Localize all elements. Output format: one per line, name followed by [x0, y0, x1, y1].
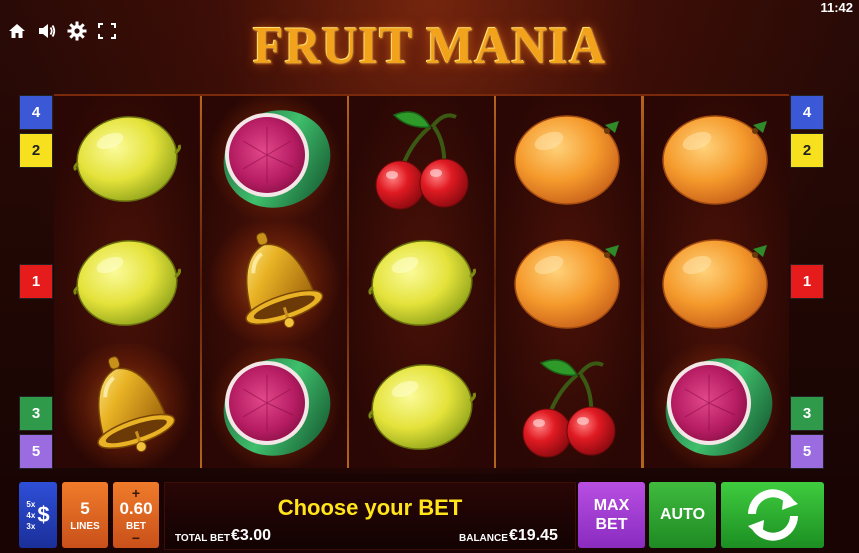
auto-spin-button[interactable]: AUTO — [649, 482, 716, 548]
orange-icon — [507, 227, 631, 337]
total-bet-label: TOTAL BET — [175, 533, 230, 544]
reel-2-symbol-3 — [202, 344, 347, 468]
watermelon-icon — [655, 351, 779, 461]
refresh-arrows-icon — [747, 489, 798, 541]
bet-decrease-button[interactable]: − — [132, 531, 140, 545]
paytable-button[interactable]: 5x 4x 3x $ — [19, 482, 57, 548]
balance-label: BALANCE — [459, 533, 508, 544]
dollar-icon: $ — [37, 502, 50, 527]
lines-value: 5 — [80, 498, 90, 518]
bell-icon — [213, 227, 337, 337]
reel-3-symbol-2 — [349, 220, 494, 344]
payline-marker-right-5: 5 — [790, 434, 824, 469]
balance-value: €19.45 — [509, 527, 558, 544]
paytable-multipliers: 5x 4x 3x — [26, 499, 35, 532]
reel-area — [54, 94, 789, 468]
bet-value: 0.60 — [119, 498, 153, 518]
payline-marker-right-3: 3 — [790, 396, 824, 431]
bet-button[interactable]: + 0.60 BET − — [113, 482, 159, 548]
reel-5-symbol-3 — [644, 344, 789, 468]
paytable-line: 3x — [26, 521, 36, 531]
payline-marker-right-2: 2 — [790, 133, 824, 168]
orange-icon — [655, 103, 779, 213]
payline-marker-left-2: 2 — [19, 133, 53, 168]
paytable-line: 4x — [26, 510, 36, 520]
bet-increase-button[interactable]: + — [132, 486, 140, 500]
payline-marker-right-4: 4 — [790, 95, 824, 130]
payline-marker-left-5: 5 — [19, 434, 53, 469]
reel-1-symbol-1 — [54, 96, 199, 220]
status-clock: 11:42 — [820, 0, 853, 15]
auto-label: AUTO — [659, 506, 706, 523]
payline-marker-left-3: 3 — [19, 396, 53, 431]
control-bar: 5x 4x 3x $ 5 LINES + 0.60 BET − Choose y… — [0, 474, 859, 553]
cherries-icon — [507, 351, 631, 461]
game-logo: FRUIT MANIA — [252, 15, 607, 75]
reel-1 — [54, 96, 199, 468]
lemon-icon — [360, 351, 484, 461]
reel-3-symbol-3 — [349, 344, 494, 468]
reel-2-symbol-1 — [202, 96, 347, 220]
orange-icon — [507, 103, 631, 213]
reel-5 — [644, 96, 789, 468]
reel-3-symbol-1 — [349, 96, 494, 220]
reel-2-symbol-2 — [202, 220, 347, 344]
lines-label: LINES — [70, 520, 100, 532]
orange-icon — [655, 227, 779, 337]
total-bet-value: €3.00 — [231, 527, 272, 544]
reel-4-symbol-2 — [496, 220, 641, 344]
watermelon-icon — [213, 103, 337, 213]
reel-1-symbol-3 — [54, 344, 199, 468]
reel-4 — [496, 96, 641, 468]
paytable-line: 5x — [26, 499, 36, 509]
reel-4-symbol-1 — [496, 96, 641, 220]
reel-2 — [202, 96, 347, 468]
payline-marker-left-1: 1 — [19, 264, 53, 299]
max-bet-button[interactable]: MAX BET — [578, 482, 645, 548]
lemon-icon — [65, 227, 189, 337]
payline-marker-right-1: 1 — [790, 264, 824, 299]
spin-button[interactable] — [721, 482, 824, 548]
lemon-icon — [65, 103, 189, 213]
max-bet-label: MAX — [593, 497, 630, 514]
info-panel: Choose your BET TOTAL BET €3.00 BALANCE … — [164, 482, 576, 550]
status-message: Choose your BET — [277, 495, 463, 520]
reel-5-symbol-1 — [644, 96, 789, 220]
watermelon-icon — [213, 351, 337, 461]
cherries-icon — [360, 103, 484, 213]
max-bet-label: BET — [595, 516, 628, 533]
bell-icon — [65, 351, 189, 461]
reel-3 — [349, 96, 494, 468]
payline-marker-left-4: 4 — [19, 95, 53, 130]
reel-4-symbol-3 — [496, 344, 641, 468]
lemon-icon — [360, 227, 484, 337]
reel-5-symbol-2 — [644, 220, 789, 344]
lines-button[interactable]: 5 LINES — [62, 482, 108, 548]
reel-1-symbol-2 — [54, 220, 199, 344]
